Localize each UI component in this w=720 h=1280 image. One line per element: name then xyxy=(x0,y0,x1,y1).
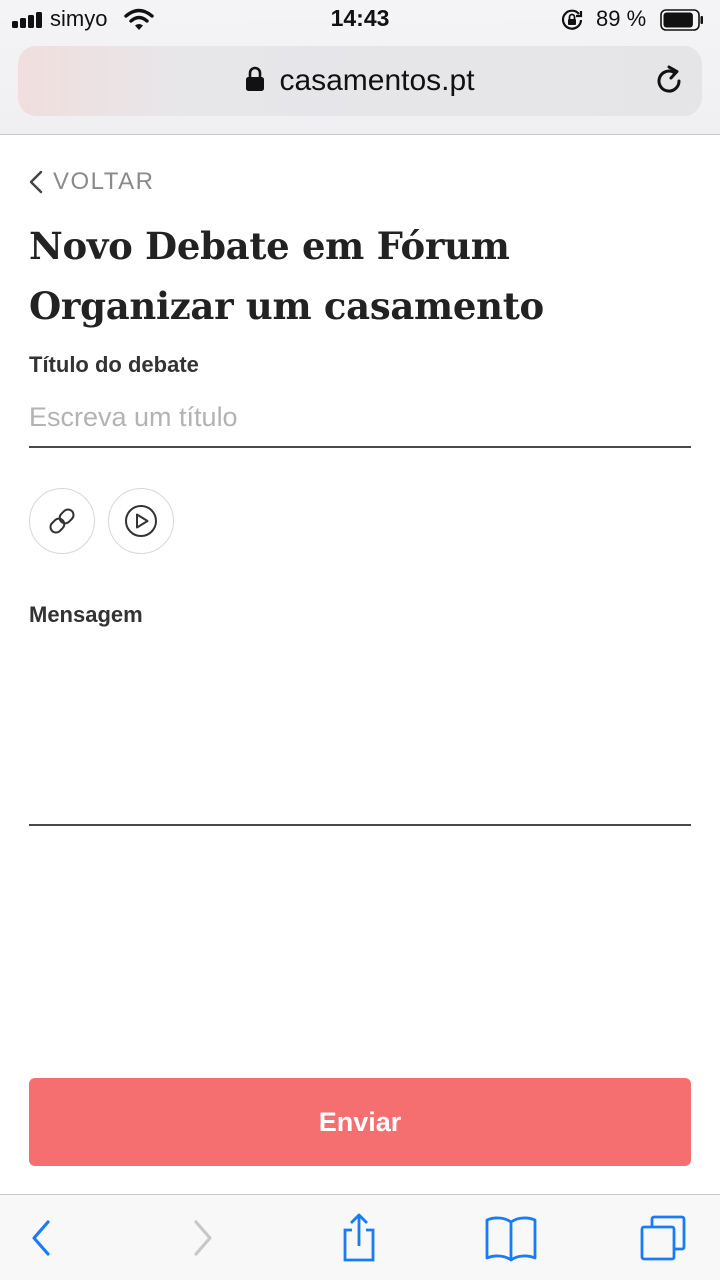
browser-toolbar xyxy=(0,1194,720,1280)
lock-icon xyxy=(246,66,265,91)
play-icon xyxy=(125,505,157,537)
battery-percent: 89 % xyxy=(596,6,647,31)
back-icon xyxy=(32,1220,50,1256)
message-textarea[interactable] xyxy=(29,636,691,826)
back-link-label: VOLTAR xyxy=(53,168,155,195)
link-icon xyxy=(49,508,75,534)
browser-header: simyo 14:43 89 % casamentos.pt xyxy=(0,0,720,135)
screen: simyo 14:43 89 % casamentos.pt VOLTAR No… xyxy=(0,0,720,1280)
back-link[interactable]: VOLTAR xyxy=(29,166,154,198)
insert-video-button[interactable] xyxy=(108,488,174,554)
toolbar-share-button[interactable] xyxy=(332,1213,386,1263)
battery-icon xyxy=(660,9,703,31)
share-icon xyxy=(343,1213,375,1262)
chevron-left-icon xyxy=(29,170,43,194)
tabs-icon xyxy=(640,1215,686,1261)
title-input[interactable] xyxy=(29,388,691,448)
reload-icon[interactable] xyxy=(652,64,686,98)
address-bar[interactable]: casamentos.pt xyxy=(18,46,702,116)
insert-link-button[interactable] xyxy=(29,488,95,554)
message-field-label: Mensagem xyxy=(29,602,143,627)
status-bar: simyo 14:43 89 % xyxy=(0,0,720,40)
url-display[interactable]: casamentos.pt xyxy=(18,64,702,98)
url-text: casamentos.pt xyxy=(279,64,475,97)
title-field-label: Título do debate xyxy=(29,352,199,377)
toolbar-tabs-button[interactable] xyxy=(636,1213,690,1263)
bookmarks-icon xyxy=(485,1216,537,1262)
rotation-lock-icon xyxy=(561,9,583,30)
forward-icon xyxy=(194,1220,212,1256)
toolbar-bookmarks-button[interactable] xyxy=(484,1213,538,1263)
submit-button[interactable]: Enviar xyxy=(29,1078,691,1166)
toolbar-forward-button[interactable] xyxy=(176,1213,230,1263)
toolbar-back-button[interactable] xyxy=(14,1213,68,1263)
page-title: Novo Debate em Fórum Organizar um casame… xyxy=(29,224,544,328)
